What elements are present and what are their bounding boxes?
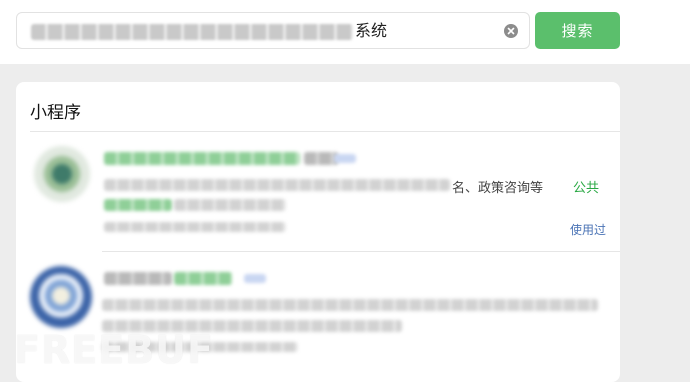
- result-title-blurred: [174, 272, 232, 285]
- used-before-label: 使用过: [570, 223, 607, 237]
- blurred-query-text: [31, 23, 353, 40]
- search-query: 系统: [31, 21, 387, 41]
- search-query-suffix: 系统: [355, 21, 388, 40]
- result-title-blurred: [104, 272, 172, 285]
- result-desc-visible: 名、政策咨询等: [452, 181, 544, 196]
- divider: [102, 251, 620, 252]
- result-desc-blurred: [174, 199, 286, 211]
- result-desc-visible-green: 公共: [573, 181, 600, 196]
- search-input[interactable]: 系统: [16, 12, 530, 49]
- avatar: [34, 146, 90, 202]
- result-meta-blurred: [104, 222, 286, 232]
- result-desc-blurred: [104, 179, 450, 191]
- clear-icon[interactable]: [504, 24, 518, 38]
- search-bar: 系统 搜索: [0, 0, 690, 64]
- result-title-blurred-tail: [304, 152, 338, 165]
- result-title-blurred: [104, 152, 300, 165]
- status-badge: [244, 274, 266, 283]
- search-button[interactable]: 搜索: [535, 12, 620, 49]
- section-title: 小程序: [30, 103, 81, 123]
- watermark: FREEBUF: [14, 328, 214, 372]
- divider: [30, 131, 620, 132]
- status-badge: [334, 154, 356, 163]
- avatar: [30, 266, 92, 328]
- result-desc-blurred: [104, 199, 172, 211]
- result-desc-blurred: [102, 299, 598, 311]
